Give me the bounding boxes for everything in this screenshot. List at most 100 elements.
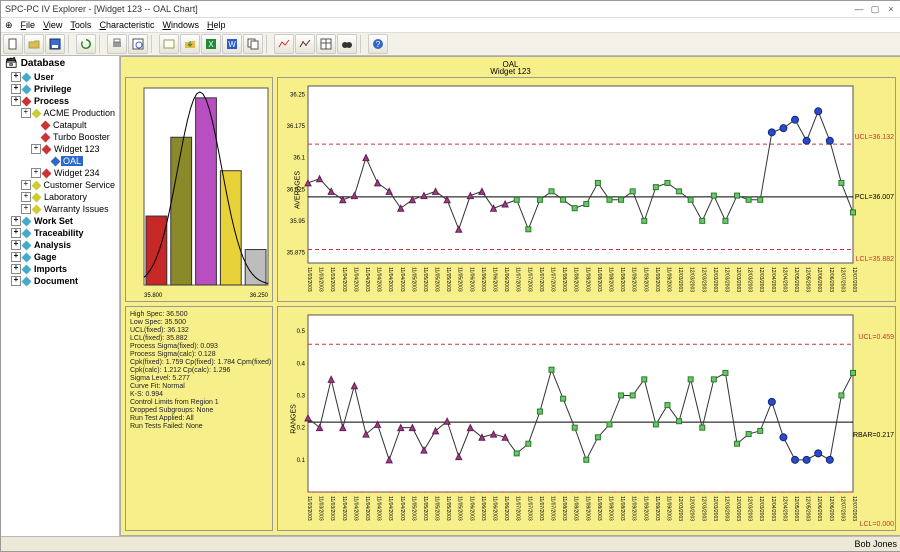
tree-item-user[interactable]: +User: [1, 71, 119, 83]
tree-item-catapult[interactable]: Catapult: [1, 119, 119, 131]
menu-tools[interactable]: Tools: [70, 20, 91, 30]
tree-item-gage[interactable]: +Gage: [1, 251, 119, 263]
svg-text:12/03/2003: 12/03/2003: [677, 267, 683, 292]
menu-view[interactable]: View: [43, 20, 62, 30]
excel-icon[interactable]: X: [201, 34, 221, 54]
print-preview-icon[interactable]: [128, 34, 148, 54]
svg-text:11/09/2003: 11/09/2003: [642, 267, 648, 292]
import-icon[interactable]: [180, 34, 200, 54]
svg-text:11/04/2003: 11/04/2003: [341, 496, 347, 521]
menu-file[interactable]: File: [21, 20, 36, 30]
svg-text:11/06/2003: 11/06/2003: [492, 267, 498, 292]
find-icon[interactable]: [159, 34, 179, 54]
svg-text:11/07/2003: 11/07/2003: [526, 496, 532, 521]
avg-lcl-label: LCL=35.882: [856, 256, 894, 263]
svg-text:11/09/2003: 11/09/2003: [665, 267, 671, 292]
svg-text:12/04/2003: 12/04/2003: [781, 267, 787, 292]
svg-text:11/07/2003: 11/07/2003: [550, 496, 556, 521]
tree-item-turbo-booster[interactable]: Turbo Booster: [1, 131, 119, 143]
svg-text:11/07/2003: 11/07/2003: [538, 496, 544, 521]
svg-text:12/03/2003: 12/03/2003: [723, 267, 729, 292]
svg-text:11/08/2003: 11/08/2003: [607, 496, 613, 521]
svg-text:11/08/2003: 11/08/2003: [596, 496, 602, 521]
svg-text:35.95: 35.95: [290, 219, 306, 225]
menu-help[interactable]: Help: [207, 20, 226, 30]
svg-text:11/09/2003: 11/09/2003: [654, 267, 660, 292]
binoculars-icon[interactable]: [337, 34, 357, 54]
tree-item-analysis[interactable]: +Analysis: [1, 239, 119, 251]
svg-text:35.875: 35.875: [287, 250, 306, 256]
new-icon[interactable]: [3, 34, 23, 54]
toolbar: X W ?: [1, 33, 900, 56]
svg-text:12/03/2003: 12/03/2003: [712, 496, 718, 521]
rng-rbar-label: RBAR=0.217: [853, 432, 894, 439]
svg-text:12/03/2003: 12/03/2003: [712, 267, 718, 292]
svg-text:12/04/2003: 12/04/2003: [770, 496, 776, 521]
tree-item-customer-service[interactable]: +Customer Service: [1, 179, 119, 191]
svg-text:12/05/2003: 12/05/2003: [793, 267, 799, 292]
svg-text:11/05/2003: 11/05/2003: [445, 496, 451, 521]
tree-item-work-set[interactable]: +Work Set: [1, 215, 119, 227]
tree-item-privilege[interactable]: +Privilege: [1, 83, 119, 95]
svg-text:11/05/2003: 11/05/2003: [445, 267, 451, 292]
svg-text:11/04/2003: 11/04/2003: [364, 267, 370, 292]
svg-text:36.025: 36.025: [287, 187, 306, 193]
status-user: Bob Jones: [854, 539, 897, 549]
table-icon[interactable]: [316, 34, 336, 54]
svg-text:11/08/2003: 11/08/2003: [584, 267, 590, 292]
avg-ucl-label: UCL=36.132: [854, 134, 894, 141]
help-icon[interactable]: ?: [368, 34, 388, 54]
menu-windows[interactable]: Windows: [162, 20, 199, 30]
tree-item-warranty-issues[interactable]: +Warranty Issues: [1, 203, 119, 215]
chart-icon[interactable]: [274, 34, 294, 54]
tree-item-widget-123[interactable]: +Widget 123: [1, 143, 119, 155]
svg-text:W: W: [228, 40, 236, 49]
svg-text:12/05/2003: 12/05/2003: [793, 496, 799, 521]
svg-text:11/03/2003: 11/03/2003: [318, 496, 324, 521]
svg-text:0.5: 0.5: [297, 329, 306, 335]
svg-text:11/04/2003: 11/04/2003: [399, 496, 405, 521]
tree-item-process[interactable]: +Process: [1, 95, 119, 107]
svg-text:36.175: 36.175: [287, 124, 306, 130]
word-icon[interactable]: W: [222, 34, 242, 54]
minimize-button[interactable]: —: [853, 3, 865, 15]
close-button[interactable]: ×: [885, 3, 897, 15]
svg-text:36.25: 36.25: [290, 92, 306, 98]
svg-text:35.800: 35.800: [144, 293, 163, 299]
svg-text:12/03/2003: 12/03/2003: [677, 496, 683, 521]
tree-item-oal[interactable]: OAL: [1, 155, 119, 167]
sidebar-tree[interactable]: 🗃Database +User+Privilege+Process+ACME P…: [1, 56, 120, 536]
tree-item-laboratory[interactable]: +Laboratory: [1, 191, 119, 203]
svg-text:11/07/2003: 11/07/2003: [550, 267, 556, 292]
svg-text:12/05/2003: 12/05/2003: [805, 496, 811, 521]
chart-points-icon[interactable]: [295, 34, 315, 54]
tree-item-widget-234[interactable]: +Widget 234: [1, 167, 119, 179]
tree-item-imports[interactable]: +Imports: [1, 263, 119, 275]
svg-text:0.2: 0.2: [297, 426, 306, 432]
svg-text:12/03/2003: 12/03/2003: [758, 496, 764, 521]
tree-item-acme-production[interactable]: +ACME Production: [1, 107, 119, 119]
svg-text:12/03/2003: 12/03/2003: [735, 267, 741, 292]
print-icon[interactable]: [107, 34, 127, 54]
svg-text:11/09/2003: 11/09/2003: [665, 496, 671, 521]
svg-text:11/05/2003: 11/05/2003: [457, 496, 463, 521]
app-window: SPC-PC IV Explorer - [Widget 123 -- OAL …: [0, 0, 900, 552]
copy-icon[interactable]: [243, 34, 263, 54]
save-icon[interactable]: [45, 34, 65, 54]
refresh-icon[interactable]: [76, 34, 96, 54]
ranges-panel: RANGES 0.10.20.30.40.511/03/200311/03/20…: [277, 306, 896, 531]
svg-text:0.4: 0.4: [297, 361, 306, 367]
svg-text:11/05/2003: 11/05/2003: [434, 496, 440, 521]
svg-text:11/05/2003: 11/05/2003: [422, 267, 428, 292]
maximize-button[interactable]: ▢: [869, 3, 881, 15]
svg-text:11/08/2003: 11/08/2003: [561, 496, 567, 521]
svg-text:12/03/2003: 12/03/2003: [747, 496, 753, 521]
open-icon[interactable]: [24, 34, 44, 54]
menu-characteristic[interactable]: Characteristic: [99, 20, 154, 30]
tree-item-document[interactable]: +Document: [1, 275, 119, 287]
tree-item-traceability[interactable]: +Traceability: [1, 227, 119, 239]
svg-text:11/06/2003: 11/06/2003: [492, 496, 498, 521]
svg-text:11/05/2003: 11/05/2003: [422, 496, 428, 521]
svg-text:36.1: 36.1: [293, 156, 305, 162]
title-bar: SPC-PC IV Explorer - [Widget 123 -- OAL …: [1, 1, 900, 18]
